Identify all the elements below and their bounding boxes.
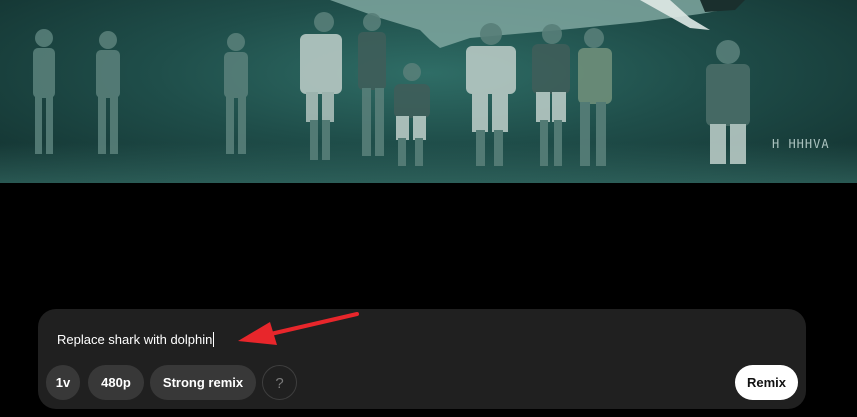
remix-screen: H HHHVA Replace shark with dolphin 1v 48… (0, 0, 857, 417)
person-8 (532, 24, 570, 166)
prompt-input-text: Replace shark with dolphin (57, 332, 213, 347)
person-9 (578, 28, 612, 166)
text-cursor (213, 332, 215, 347)
remix-strength-chip[interactable]: Strong remix (150, 365, 256, 400)
person-7 (466, 23, 516, 166)
version-chip[interactable]: 1v (46, 365, 80, 400)
person-2 (96, 31, 120, 154)
person-4 (300, 12, 342, 160)
resolution-chip[interactable]: 480p (88, 365, 144, 400)
remix-prompt-panel: Replace shark with dolphin 1v 480p Stron… (38, 309, 806, 409)
help-button[interactable]: ? (262, 365, 297, 400)
prompt-input[interactable]: Replace shark with dolphin (57, 331, 657, 349)
person-3 (224, 33, 248, 154)
remix-button[interactable]: Remix (735, 365, 798, 400)
video-preview[interactable]: H HHHVA (0, 0, 857, 183)
video-watermark: H HHHVA (772, 137, 830, 151)
video-frame-illustration (33, 0, 750, 166)
person-1 (33, 29, 55, 154)
person-6 (394, 63, 430, 166)
person-5 (358, 13, 386, 156)
person-10 (706, 40, 750, 164)
